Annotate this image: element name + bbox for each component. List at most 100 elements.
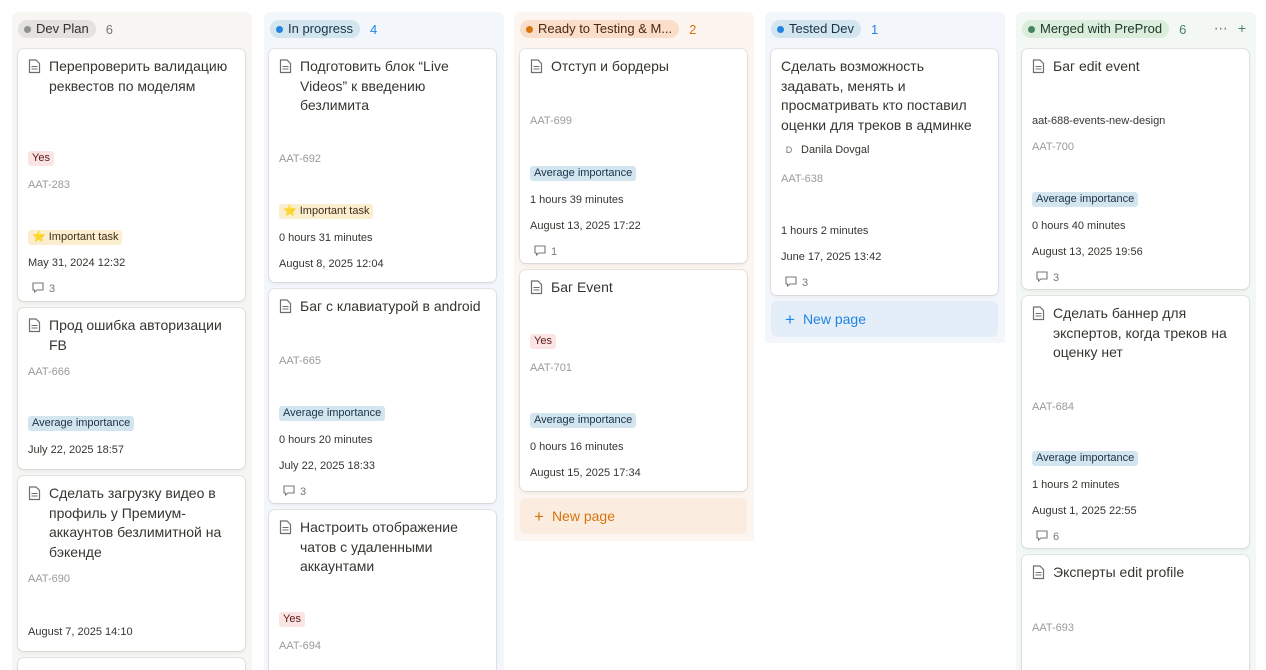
status-pill[interactable]: Merged with PreProd: [1022, 20, 1170, 38]
page-icon: [28, 486, 41, 562]
comment-count: 3: [1053, 272, 1060, 284]
card-title: Баг с клавиатурой в android: [300, 298, 481, 314]
plus-icon: +: [534, 506, 544, 526]
new-page-label: New page: [802, 311, 866, 327]
page-icon: [28, 318, 41, 355]
duration: 1 hours 2 minutes: [1032, 479, 1120, 491]
column-header: In progress 4: [264, 12, 504, 46]
comments[interactable]: 3: [1036, 271, 1059, 285]
column-count: 6: [1179, 21, 1187, 37]
task-id: AAT-665: [279, 355, 321, 367]
important-tag: ⭐ Important task: [279, 204, 374, 219]
column-header: Tested Dev 1: [765, 12, 1005, 46]
comments[interactable]: 1: [534, 245, 557, 259]
new-page-button[interactable]: + New page: [520, 498, 747, 534]
card[interactable]: Настроить отображение чатов с удаленными…: [269, 510, 496, 670]
card[interactable]: Баг Event Yes AAT-701 Average importance…: [520, 270, 747, 491]
comments[interactable]: 6: [1036, 530, 1059, 544]
card-title: Перепроверить валидацию реквестов по мод…: [49, 58, 228, 94]
task-id: AAT-690: [28, 573, 70, 585]
page-icon: [530, 280, 543, 300]
status-dot: [777, 25, 784, 33]
priority-tag: Yes: [279, 612, 305, 627]
importance-tag: Average importance: [279, 406, 386, 421]
comment-icon: [534, 245, 546, 259]
comments[interactable]: 3: [785, 276, 808, 290]
card-title: Сделать загрузку видео в профиль у Преми…: [49, 485, 222, 560]
card[interactable]: Баг edit event aat-688-events-new-design…: [1022, 49, 1249, 289]
card-title: Подготовить блок “Live Videos” к введени…: [300, 58, 449, 113]
date: July 22, 2025 18:57: [28, 444, 125, 456]
date: August 8, 2025 12:04: [279, 258, 384, 270]
date: August 13, 2025 17:22: [530, 220, 641, 232]
card[interactable]: Сделать возможность задавать, менять и п…: [771, 49, 998, 295]
card[interactable]: Прод ошибка авторизации FB AAT-666 Avera…: [18, 308, 245, 469]
column-title: Tested Dev: [789, 21, 855, 36]
date: August 13, 2025 19:56: [1032, 246, 1143, 258]
new-page-button[interactable]: + New page: [771, 301, 998, 337]
task-id: AAT-638: [781, 173, 823, 185]
card[interactable]: Подготовить блок “Live Videos” к введени…: [269, 49, 496, 282]
page-icon: [279, 520, 292, 577]
page-icon: [279, 59, 292, 116]
card-title: Эксперты edit profile: [1053, 564, 1185, 580]
column-count: 2: [689, 21, 697, 37]
duration: 0 hours 16 minutes: [530, 441, 624, 453]
card-title: Баг edit event: [1053, 58, 1140, 74]
assignee: D Danila Dovgal: [783, 144, 870, 156]
task-id: AAT-699: [530, 115, 572, 127]
date: June 17, 2025 13:42: [781, 251, 882, 263]
page-icon: [28, 59, 41, 96]
column-title: In progress: [288, 21, 354, 36]
column-header: Ready to Testing & M... 2: [514, 12, 754, 46]
status-pill[interactable]: In progress: [270, 20, 361, 38]
comment-icon: [32, 282, 44, 296]
card[interactable]: [18, 658, 245, 670]
assignee-name: Danila Dovgal: [801, 144, 870, 156]
comment-count: 3: [300, 486, 307, 498]
status-dot: [526, 25, 533, 33]
status-dot: [24, 25, 31, 33]
add-icon[interactable]: +: [1238, 20, 1246, 37]
date: August 1, 2025 22:55: [1032, 505, 1137, 517]
page-icon: [1032, 565, 1045, 585]
duration: 1 hours 2 minutes: [781, 225, 869, 237]
card[interactable]: Отступ и бордеры AAT-699 Average importa…: [520, 49, 747, 263]
more-options-icon[interactable]: ⋯: [1214, 20, 1228, 37]
card[interactable]: Перепроверить валидацию реквестов по мод…: [18, 49, 245, 301]
card[interactable]: Сделать баннер для экспертов, когда трек…: [1022, 296, 1249, 548]
comment-count: 1: [551, 246, 558, 258]
column-header: Merged with PreProd 6 ⋯ +: [1016, 12, 1256, 46]
card[interactable]: Эксперты edit profile AAT-693: [1022, 555, 1249, 670]
status-pill[interactable]: Ready to Testing & M...: [520, 20, 680, 38]
card[interactable]: Баг с клавиатурой в android AAT-665 Aver…: [269, 289, 496, 503]
card[interactable]: Сделать загрузку видео в профиль у Преми…: [18, 476, 245, 651]
comment-icon: [283, 485, 295, 499]
comments[interactable]: 3: [32, 282, 55, 296]
column-count: 1: [871, 21, 879, 37]
date: July 22, 2025 18:33: [279, 460, 376, 472]
duration: 1 hours 39 minutes: [530, 194, 624, 206]
task-id: AAT-684: [1032, 401, 1074, 413]
column-title: Merged with PreProd: [1040, 21, 1163, 36]
card-title: Настроить отображение чатов с удаленными…: [300, 519, 458, 574]
importance-tag: Average importance: [28, 416, 135, 431]
importance-tag: Average importance: [530, 413, 637, 428]
branch-name: aat-688-events-new-design: [1032, 115, 1166, 127]
page-icon: [1032, 306, 1045, 363]
card-title: Отступ и бордеры: [551, 58, 669, 74]
task-id: AAT-700: [1032, 141, 1074, 153]
status-dot: [276, 25, 283, 33]
comment-icon: [785, 276, 797, 290]
status-pill[interactable]: Dev Plan: [18, 20, 96, 38]
comments[interactable]: 3: [283, 485, 306, 499]
card-title: Сделать возможность задавать, менять и п…: [781, 58, 972, 133]
comment-icon: [1036, 530, 1048, 544]
task-id: AAT-693: [1032, 622, 1074, 634]
priority-tag: Yes: [530, 334, 556, 349]
column-title: Dev Plan: [36, 21, 89, 36]
importance-tag: Average importance: [1032, 192, 1139, 207]
comment-count: 3: [49, 283, 56, 295]
page-icon: [530, 59, 543, 79]
status-pill[interactable]: Tested Dev: [771, 20, 862, 38]
